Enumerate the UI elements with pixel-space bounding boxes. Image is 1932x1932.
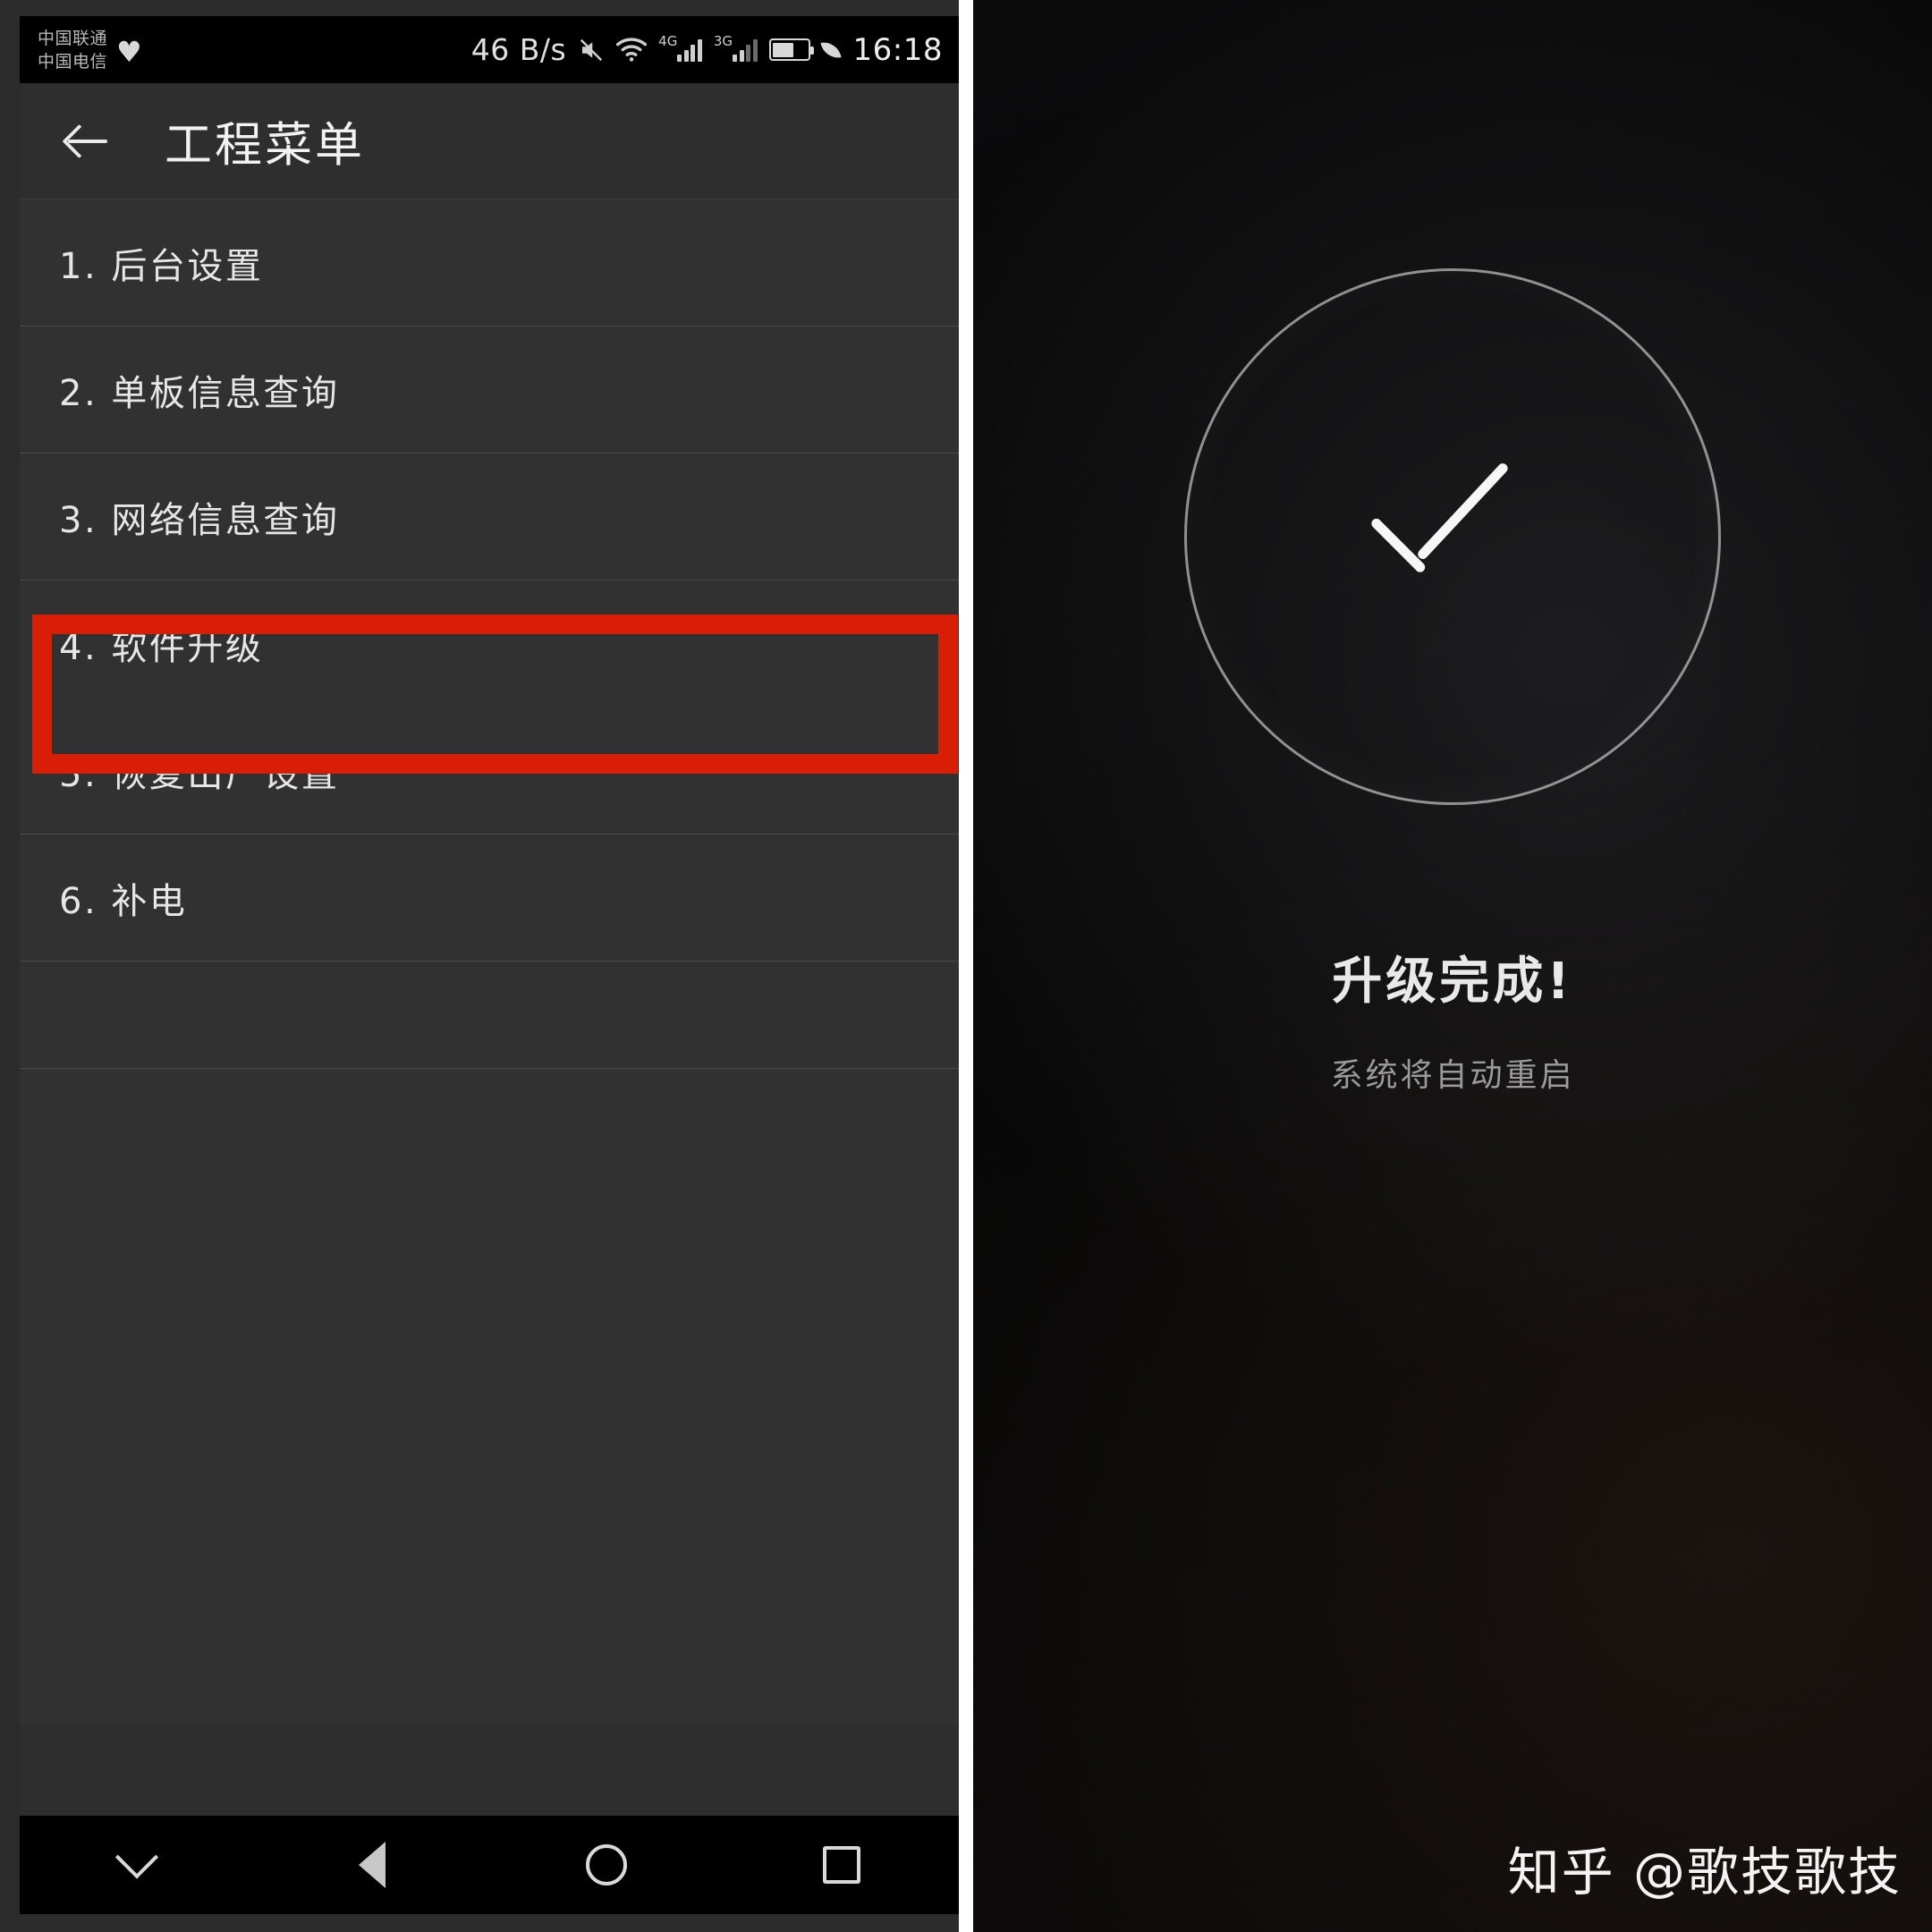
zhihu-watermark: 知乎 @歌技歌技: [1507, 1842, 1902, 1902]
back-arrow-icon[interactable]: [59, 114, 114, 169]
signal-bars-1: [677, 38, 702, 62]
chevron-down-icon: [115, 1835, 159, 1879]
power-saving-leaf-icon: [819, 38, 842, 61]
nav-home-button[interactable]: [489, 1816, 724, 1914]
left-phone-screen: 中国联通 中国电信 ♥ 46 B/s 4G 3G 16:18 工程菜单 1. 后…: [20, 16, 959, 1914]
menu-item-label: 4. 软件升级: [59, 626, 264, 668]
menu-item-label: 5. 恢复出厂设置: [59, 753, 340, 795]
screenshot-root: 中国联通 中国电信 ♥ 46 B/s 4G 3G 16:18 工程菜单 1. 后…: [0, 0, 1932, 1932]
menu-item-3[interactable]: 3. 网络信息查询: [20, 453, 959, 580]
menu-empty-area: [20, 1069, 959, 1726]
android-nav-bar: [20, 1816, 959, 1914]
battery-icon: [768, 38, 814, 61]
left-phone-screenshot: 中国联通 中国电信 ♥ 46 B/s 4G 3G 16:18 工程菜单 1. 后…: [0, 0, 959, 1932]
mute-icon: [578, 37, 605, 64]
carrier-line-1: 中国联通: [38, 28, 108, 48]
status-bar-left: 中国联通 中国电信 ♥: [38, 27, 142, 73]
engineering-menu-list: 1. 后台设置 2. 单板信息查询 3. 网络信息查询 4. 软件升级 5. 恢…: [20, 199, 959, 1726]
checkmark-icon: [1371, 479, 1541, 580]
carrier-line-2: 中国电信: [38, 51, 108, 72]
signal-icon-sim1: 4G: [658, 33, 702, 62]
menu-item-2[interactable]: 2. 单板信息查询: [20, 326, 959, 453]
signal-bars-2: [733, 38, 758, 62]
page-title: 工程菜单: [165, 117, 365, 173]
menu-list-end-spacer: [20, 962, 959, 1069]
heart-icon: ♥: [116, 34, 142, 69]
nav-back-button[interactable]: [255, 1816, 490, 1914]
menu-item-4[interactable]: 4. 软件升级: [20, 580, 959, 708]
menu-item-1[interactable]: 1. 后台设置: [20, 199, 959, 326]
menu-item-label: 3. 网络信息查询: [59, 499, 340, 541]
menu-item-label: 2. 单板信息查询: [59, 372, 340, 414]
wifi-icon: [616, 37, 648, 63]
menu-item-label: 1. 后台设置: [59, 245, 264, 287]
circle-home-icon: [586, 1844, 628, 1885]
check-circle-icon: [1184, 268, 1721, 805]
right-phone-screenshot: 升级完成! 系统将自动重启 知乎 @歌技歌技: [973, 0, 1932, 1932]
square-recents-icon: [822, 1846, 860, 1884]
nav-recents-button[interactable]: [724, 1816, 960, 1914]
status-bar: 中国联通 中国电信 ♥ 46 B/s 4G 3G 16:18: [20, 16, 959, 83]
carrier-labels: 中国联通 中国电信: [38, 27, 107, 73]
signal-type-label-2: 3G: [713, 32, 733, 49]
signal-type-label-1: 4G: [658, 32, 678, 49]
network-speed-label: 46 B/s: [470, 32, 567, 67]
upgrade-complete-title: 升级完成!: [1332, 953, 1573, 1011]
menu-item-6[interactable]: 6. 补电: [20, 835, 959, 962]
upgrade-complete-subtitle: 系统将自动重启: [1330, 1057, 1575, 1094]
menu-item-label: 6. 补电: [59, 880, 188, 922]
status-bar-right: 46 B/s 4G 3G 16:18: [471, 32, 943, 68]
clock-label: 16:18: [852, 31, 943, 68]
menu-item-5[interactable]: 5. 恢复出厂设置: [20, 708, 959, 835]
triangle-back-icon: [358, 1842, 386, 1888]
title-bar: 工程菜单: [20, 83, 959, 199]
nav-hide-button[interactable]: [20, 1816, 255, 1914]
upgrade-success-panel: 升级完成! 系统将自动重启: [973, 268, 1932, 1096]
signal-icon-sim2: 3G: [714, 33, 758, 62]
panel-divider: [959, 0, 973, 1932]
